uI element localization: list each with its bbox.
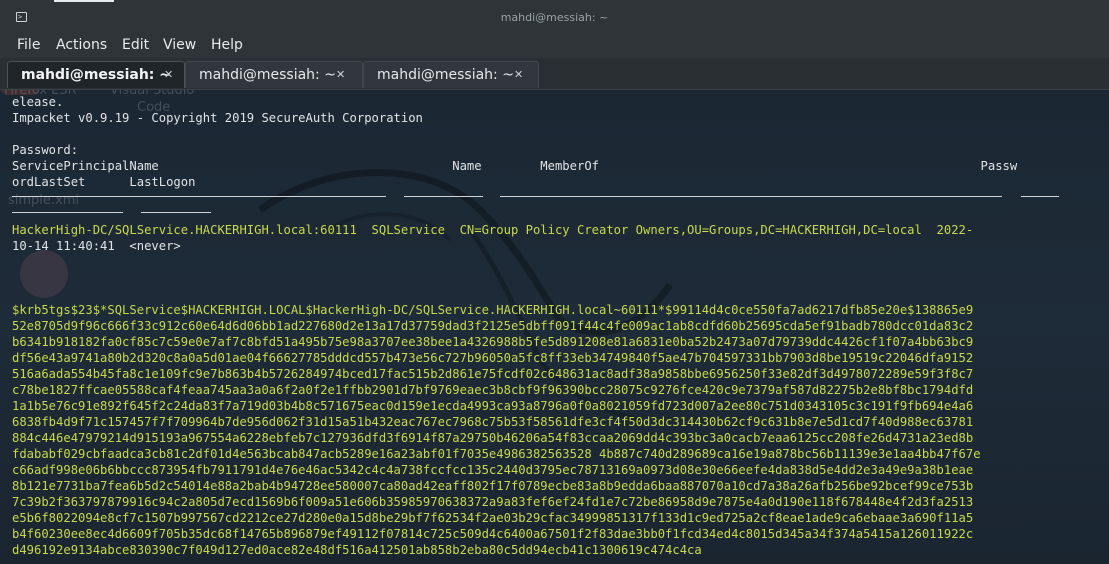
menu-view[interactable]: View bbox=[163, 37, 196, 53]
output-line: elease. bbox=[12, 95, 64, 109]
tab-3[interactable]: mahdi@messiah: ~ ✕ bbox=[363, 61, 539, 88]
menu-actions[interactable]: Actions bbox=[56, 37, 107, 53]
hash-line: d496192e9134abce830390c7f049d127ed0ace82… bbox=[12, 543, 702, 557]
hash-line: 1a1b5e76c91e892f645f2c24da83f7a719d03b4b… bbox=[12, 399, 974, 413]
hash-line: 884c446e47979214d915193a967554a6228ebfeb… bbox=[12, 431, 974, 445]
hash-line: 52e8705d9f96c666f33c912c60e64d6d06bb1ad2… bbox=[12, 319, 974, 333]
terminal-output[interactable]: Firefox ESR Visual Studio Code simple.xm… bbox=[0, 90, 1109, 564]
hash-line: b6341b918182fa0cf85c7c59e0e7af7c8bfd51a4… bbox=[12, 335, 974, 349]
column-divider bbox=[500, 196, 1002, 197]
column-divider bbox=[404, 196, 483, 197]
hash-line: c66adf998e06b6bbccc873954fb7911791d4e76e… bbox=[12, 463, 974, 477]
hash-line: $krb5tgs$23$*SQLService$HACKERHIGH.LOCAL… bbox=[12, 303, 974, 317]
menu-bar: File Actions Edit View Help bbox=[0, 32, 1109, 58]
column-divider bbox=[12, 212, 123, 213]
hash-line: fdababf029cbfaadca3cb81c2df01d4e563bcab8… bbox=[12, 447, 981, 461]
output-line: Password: bbox=[12, 143, 79, 157]
table-row: HackerHigh-DC/SQLService.HACKERHIGH.loca… bbox=[12, 223, 974, 237]
hash-line: 516a6ada554b45fa8c1e109fc9e7b863b4b57262… bbox=[12, 367, 974, 381]
hash-line: 8b121e7731ba7fea6b5d2c54014e88a2bab4b947… bbox=[12, 479, 974, 493]
table-header: ordLastSet LastLogon bbox=[12, 175, 196, 189]
window-title: mahdi@messiah: ~ bbox=[500, 11, 609, 24]
hash-line: e5b6f8022094e8cf7c1507b997567cd2212ce27d… bbox=[12, 511, 974, 525]
hash-line: 6838fb4d9f71c157457f7f709964b7de956d062f… bbox=[12, 415, 974, 429]
column-divider bbox=[141, 212, 211, 213]
hash-line: 7c39b2f363797879916c94c2a805d7ecd1569b6f… bbox=[12, 495, 974, 509]
taskbar-indicator bbox=[54, 0, 114, 2]
tab-label: mahdi@messiah: ~ bbox=[21, 67, 171, 83]
tab-label: mahdi@messiah: ~ bbox=[377, 67, 514, 83]
table-row: 10-14 11:40:41 <never> bbox=[12, 239, 181, 253]
hash-line: c78be1827ffcae05588caf4feaa745aa3a0a6f2a… bbox=[12, 383, 974, 397]
tab-2[interactable]: mahdi@messiah: ~ ✕ bbox=[185, 61, 363, 88]
column-divider bbox=[1021, 196, 1059, 197]
close-icon[interactable]: ✕ bbox=[164, 68, 173, 81]
window-titlebar: > mahdi@messiah: ~ bbox=[0, 0, 1109, 33]
menu-file[interactable]: File bbox=[17, 37, 40, 53]
tab-1[interactable]: mahdi@messiah: ~ ✕ bbox=[7, 61, 185, 88]
tab-label: mahdi@messiah: ~ bbox=[199, 67, 336, 83]
menu-help[interactable]: Help bbox=[211, 37, 243, 53]
close-icon[interactable]: ✕ bbox=[336, 68, 345, 81]
menu-edit[interactable]: Edit bbox=[122, 37, 149, 53]
hash-line: b4f60230ee8ec4d6609f705b35dc68f14765b896… bbox=[12, 527, 974, 541]
output-line: Impacket v0.9.19 - Copyright 2019 Secure… bbox=[12, 111, 423, 125]
tab-bar: mahdi@messiah: ~ ✕ mahdi@messiah: ~ ✕ ma… bbox=[0, 58, 1109, 90]
close-icon[interactable]: ✕ bbox=[514, 68, 523, 81]
column-divider bbox=[12, 196, 386, 197]
hash-line: df56e43a9741a80b2d320c8a0a5d01ae04f66627… bbox=[12, 351, 974, 365]
table-header: ServicePrincipalName Name MemberOf Passw bbox=[12, 159, 1018, 173]
